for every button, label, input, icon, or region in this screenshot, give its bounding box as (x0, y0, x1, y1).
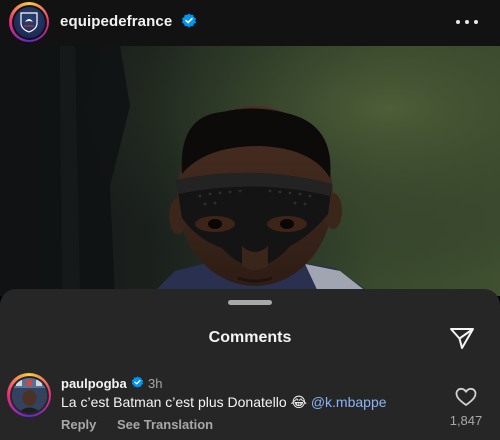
see-translation-button[interactable]: See Translation (117, 417, 213, 432)
verified-badge-icon (182, 13, 196, 28)
comment-text: La c’est Batman c’est plus Donatello (61, 394, 287, 410)
post-photo[interactable] (0, 46, 500, 296)
profile-avatar[interactable] (9, 2, 49, 42)
instagram-post-screen: equipedefrance Comments paulpogba 3h La … (0, 0, 500, 440)
laughing-emoji-icon: 😂 (290, 395, 307, 411)
mention-link[interactable]: @k.mbappe (311, 394, 387, 410)
comment-timestamp: 3h (148, 376, 163, 391)
fff-logo-icon (13, 6, 45, 38)
like-count: 1,847 (449, 413, 483, 428)
post-header: equipedefrance (0, 0, 500, 46)
avatar-photo (11, 377, 47, 413)
comments-sheet: Comments paulpogba 3h La c’est Batman c’… (0, 289, 500, 440)
share-send-icon[interactable] (449, 326, 475, 350)
more-options-icon[interactable] (456, 13, 478, 31)
post-username[interactable]: equipedefrance (60, 13, 172, 30)
heart-icon[interactable] (455, 387, 477, 407)
comment-username[interactable]: paulpogba (61, 376, 127, 391)
photo-image (0, 46, 500, 296)
comments-title: Comments (208, 329, 292, 346)
verified-badge-icon (131, 376, 144, 388)
sheet-drag-handle[interactable] (228, 300, 272, 305)
comment-body: La c’est Batman c’est plus Donatello 😂 @… (61, 394, 387, 411)
comment-avatar[interactable] (7, 373, 51, 417)
reply-button[interactable]: Reply (61, 417, 96, 432)
